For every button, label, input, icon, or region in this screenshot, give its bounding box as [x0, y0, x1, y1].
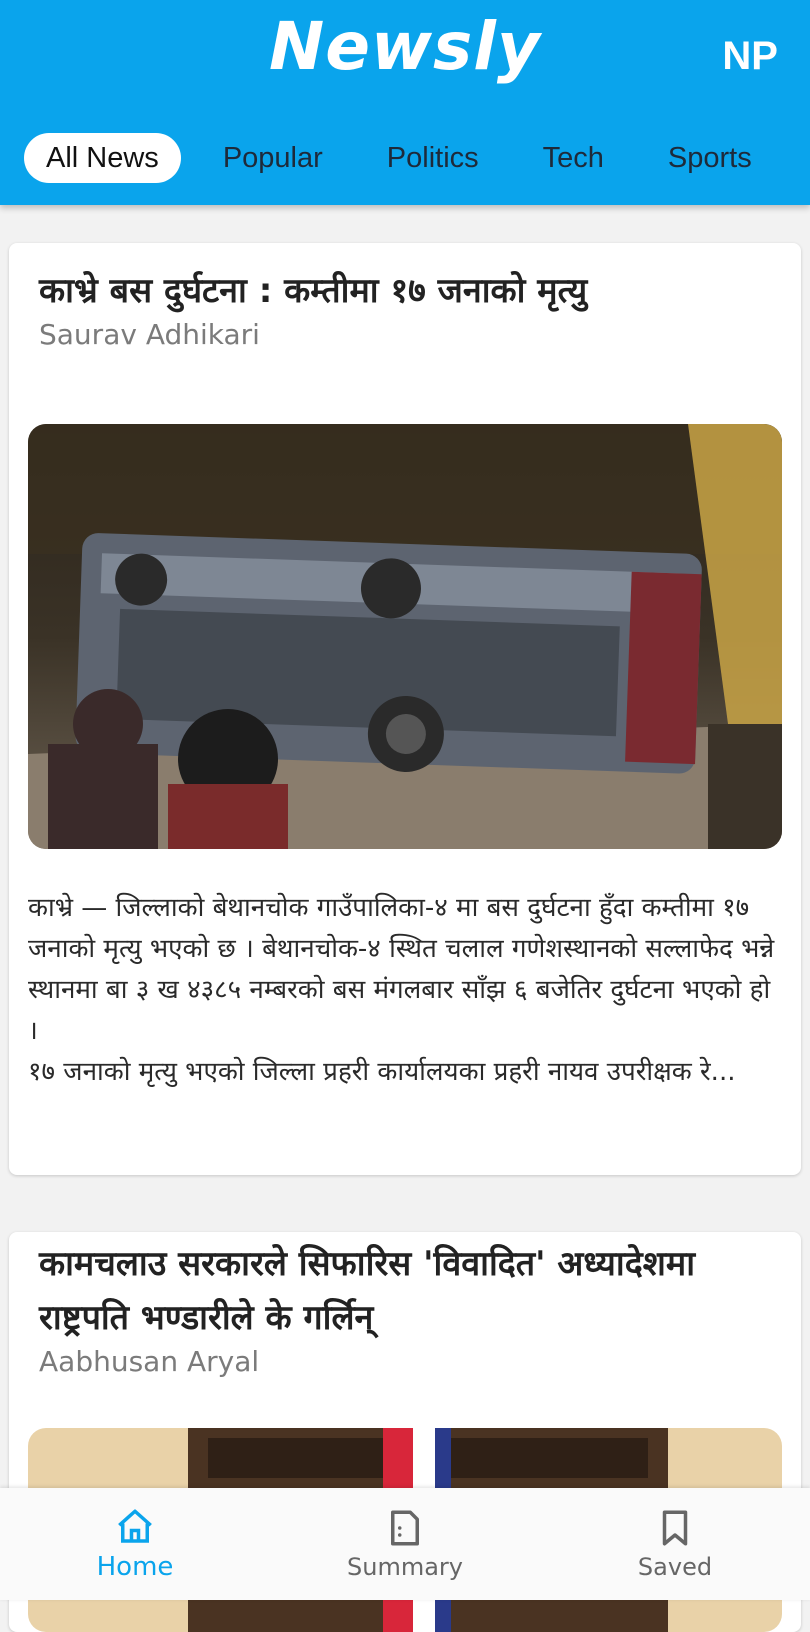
news-card[interactable]: काभ्रे बस दुर्घटना : कम्तीमा १७ जनाको मृ…: [9, 243, 801, 1175]
bottom-navigation: Home Summary Saved: [0, 1488, 810, 1600]
language-toggle-button[interactable]: NP: [722, 34, 778, 79]
nav-summary[interactable]: Summary: [270, 1488, 540, 1600]
tab-all-news[interactable]: All News: [24, 133, 181, 183]
article-headline[interactable]: कामचलाउ सरकारले सिफारिस 'विवादित' अध्याद…: [39, 1237, 761, 1345]
app-header: Newsly NP All News Popular Politics Tech…: [0, 0, 810, 205]
article-author: Saurav Adhikari: [39, 318, 260, 351]
tab-sports[interactable]: Sports: [646, 133, 774, 183]
home-icon: [118, 1509, 152, 1543]
tab-politics[interactable]: Politics: [365, 133, 501, 183]
tab-tech[interactable]: Tech: [521, 133, 626, 183]
article-excerpt: काभ्रे — जिल्लाको बेथानचोक गाउँपालिका-४ …: [28, 893, 775, 1087]
article-headline[interactable]: काभ्रे बस दुर्घटना : कम्तीमा १७ जनाको मृ…: [39, 264, 761, 318]
nav-summary-label: Summary: [347, 1553, 463, 1581]
category-tabs: All News Popular Politics Tech Sports: [24, 133, 810, 183]
nav-home-label: Home: [96, 1552, 174, 1582]
nav-saved-label: Saved: [637, 1553, 713, 1581]
article-image[interactable]: [28, 424, 782, 849]
bus-accident-photo: [28, 424, 782, 849]
app-logo: Newsly: [269, 8, 541, 85]
article-author: Aabhusan Aryal: [39, 1345, 260, 1378]
bookmark-icon: [662, 1510, 688, 1546]
nav-home[interactable]: Home: [0, 1488, 270, 1600]
summary-icon: [391, 1510, 419, 1546]
nav-saved[interactable]: Saved: [540, 1488, 810, 1600]
tab-popular[interactable]: Popular: [201, 133, 345, 183]
